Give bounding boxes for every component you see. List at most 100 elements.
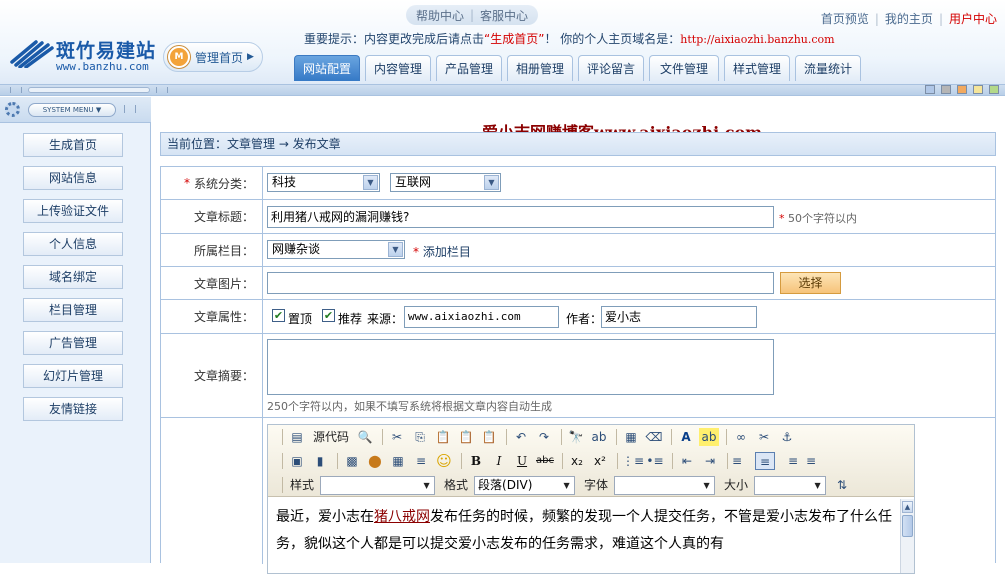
sidebar-item-slideshow-manage[interactable]: 幻灯片管理 [23, 364, 123, 388]
sidebar-item-column-manage[interactable]: 栏目管理 [23, 298, 123, 322]
sidebar-item-upload-verify[interactable]: 上传验证文件 [23, 199, 123, 223]
italic-icon[interactable]: I [489, 452, 509, 470]
text-color-icon[interactable]: A [676, 428, 696, 446]
tab-comments[interactable]: 评论留言 [578, 55, 644, 81]
sidebar-item-domain-binding[interactable]: 域名绑定 [23, 265, 123, 289]
tab-traffic-stats[interactable]: 流量统计 [795, 55, 861, 81]
choose-image-button[interactable]: 选择 [780, 272, 841, 294]
skin-blue-button[interactable] [925, 85, 935, 94]
summary-textarea[interactable] [267, 339, 774, 395]
unordered-list-icon[interactable]: •≡ [645, 452, 665, 470]
strip-scroll[interactable] [28, 87, 150, 93]
anchor-icon[interactable]: ⚓ [777, 428, 797, 446]
source-input[interactable]: www.aixiaozhi.com [404, 306, 559, 328]
image-input[interactable] [267, 272, 774, 294]
outdent-icon[interactable]: ⇤ [677, 452, 697, 470]
skin-orange-button[interactable] [957, 85, 967, 94]
editor-scrollbar[interactable]: ▲ [900, 499, 914, 573]
customer-service-link[interactable]: 客服中心 [480, 7, 528, 24]
align-right-icon[interactable]: ≡ [778, 452, 798, 470]
replace-icon[interactable]: ab [589, 428, 609, 446]
add-column-link[interactable]: * 添加栏目 [413, 243, 471, 260]
column-select[interactable]: 网赚杂谈 ▼ [267, 240, 405, 259]
font-select[interactable]: ▼ [614, 475, 716, 495]
summary-label: 文章摘要： [161, 334, 263, 417]
strikethrough-icon[interactable]: abc [535, 452, 555, 470]
user-center-link[interactable]: 用户中心 [949, 10, 997, 27]
scroll-thumb[interactable] [902, 515, 913, 537]
image-icon[interactable]: ▣ [287, 452, 307, 470]
sidebar-item-site-info[interactable]: 网站信息 [23, 166, 123, 190]
source-code-icon[interactable]: ▤ [287, 428, 307, 446]
homepage-preview-link[interactable]: 首页预览 [821, 10, 869, 27]
ordered-list-icon[interactable]: ⋮≡ [622, 452, 644, 470]
subscript-icon[interactable]: x₂ [567, 452, 587, 470]
link-icon[interactable]: ∞ [731, 428, 751, 446]
skin-gray-button[interactable] [941, 85, 951, 94]
logo-name: 斑竹易建站 [56, 40, 157, 62]
gear-icon[interactable] [5, 102, 20, 117]
remove-format-icon[interactable]: ⌫ [644, 428, 664, 446]
bold-icon[interactable]: B [466, 452, 486, 470]
editor-content[interactable]: 最近，爱小志在猪八戒网发布任务的时候，频繁的发现一个人提交任务，不管是爱小志发布… [268, 499, 900, 573]
indent-icon[interactable]: ⇥ [700, 452, 720, 470]
justify-icon[interactable]: ≡ [801, 452, 821, 470]
smiley-icon[interactable]: ☺ [434, 452, 454, 470]
align-center-icon[interactable]: ≡ [755, 452, 775, 470]
help-center-link[interactable]: 帮助中心 [416, 7, 464, 24]
source-code-button[interactable]: 源代码 [310, 428, 352, 446]
skin-yellow-button[interactable] [973, 85, 983, 94]
unlink-icon[interactable]: ✂ [754, 428, 774, 446]
top-checkbox[interactable]: ✔ [272, 309, 285, 322]
system-menu-button[interactable]: SYSTEM MENU ▼ [28, 103, 116, 117]
tab-album-manage[interactable]: 相册管理 [507, 55, 573, 81]
select-all-icon[interactable]: ▦ [621, 428, 641, 446]
flash-icon[interactable]: ▮ [310, 452, 330, 470]
category-secondary-select[interactable]: 互联网 ▼ [390, 173, 501, 192]
sidebar-item-ad-manage[interactable]: 广告管理 [23, 331, 123, 355]
table-icon[interactable]: ▦ [388, 452, 408, 470]
preview-icon[interactable]: 🔍 [355, 428, 375, 446]
site-logo[interactable]: 斑竹易建站 www.banzhu.com [10, 36, 160, 76]
image-label: 文章图片： [161, 267, 263, 299]
paste-text-icon[interactable]: 📋 [456, 428, 476, 446]
underline-icon[interactable]: U [512, 452, 532, 470]
sidebar-item-personal-info[interactable]: 个人信息 [23, 232, 123, 256]
background-color-icon[interactable]: ab [699, 428, 720, 446]
paste-word-icon[interactable]: 📋 [479, 428, 499, 446]
horizontal-rule-icon[interactable]: ≡ [411, 452, 431, 470]
my-homepage-link[interactable]: 我的主页 [885, 10, 933, 27]
format-select[interactable]: 段落(DIV) ▼ [474, 475, 576, 495]
undo-icon[interactable]: ↶ [511, 428, 531, 446]
style-select[interactable]: ▼ [320, 475, 436, 495]
category-primary-select[interactable]: 科技 ▼ [267, 173, 380, 192]
chevron-down-icon: ▼ [563, 480, 570, 490]
scroll-up-icon[interactable]: ▲ [902, 501, 913, 513]
paste-icon[interactable]: 📋 [433, 428, 453, 446]
rich-text-editor: ▤ 源代码 🔍 ✂ ⎘ 📋 📋 📋 ↶ ↷ 🔭 ab ▦ ⌫ A ab ∞ ✂ … [267, 424, 915, 574]
find-icon[interactable]: 🔭 [566, 428, 586, 446]
personal-domain-link[interactable]: http://aixiaozhi.banzhu.com [680, 33, 834, 46]
media-icon[interactable]: ▩ [342, 452, 362, 470]
tab-style-manage[interactable]: 样式管理 [724, 55, 790, 81]
template-icon[interactable]: ⬤ [365, 452, 385, 470]
tab-content-manage[interactable]: 内容管理 [365, 55, 431, 81]
sidebar-item-friend-links[interactable]: 友情链接 [23, 397, 123, 421]
skin-green-button[interactable] [989, 85, 999, 94]
align-left-icon[interactable]: ≡ [732, 452, 752, 470]
redo-icon[interactable]: ↷ [534, 428, 554, 446]
tab-product-manage[interactable]: 产品管理 [436, 55, 502, 81]
copy-icon[interactable]: ⎘ [410, 428, 430, 446]
cut-icon[interactable]: ✂ [387, 428, 407, 446]
management-home-button[interactable]: M 管理首页 ▶ [163, 42, 263, 72]
recommend-checkbox[interactable]: ✔ [322, 309, 335, 322]
size-select[interactable]: ▼ [754, 475, 827, 495]
sidebar-item-generate-homepage[interactable]: 生成首页 [23, 133, 123, 157]
author-input[interactable]: 爱小志 [601, 306, 757, 328]
tab-site-config[interactable]: 网站配置 [294, 55, 360, 81]
tab-file-manage[interactable]: 文件管理 [649, 55, 719, 81]
superscript-icon[interactable]: x² [590, 452, 610, 470]
show-blocks-icon[interactable]: ⇅ [832, 476, 852, 494]
zhubajie-link[interactable]: 猪八戒网 [374, 509, 430, 525]
title-input[interactable]: 利用猪八戒网的漏洞赚钱? [267, 206, 774, 228]
